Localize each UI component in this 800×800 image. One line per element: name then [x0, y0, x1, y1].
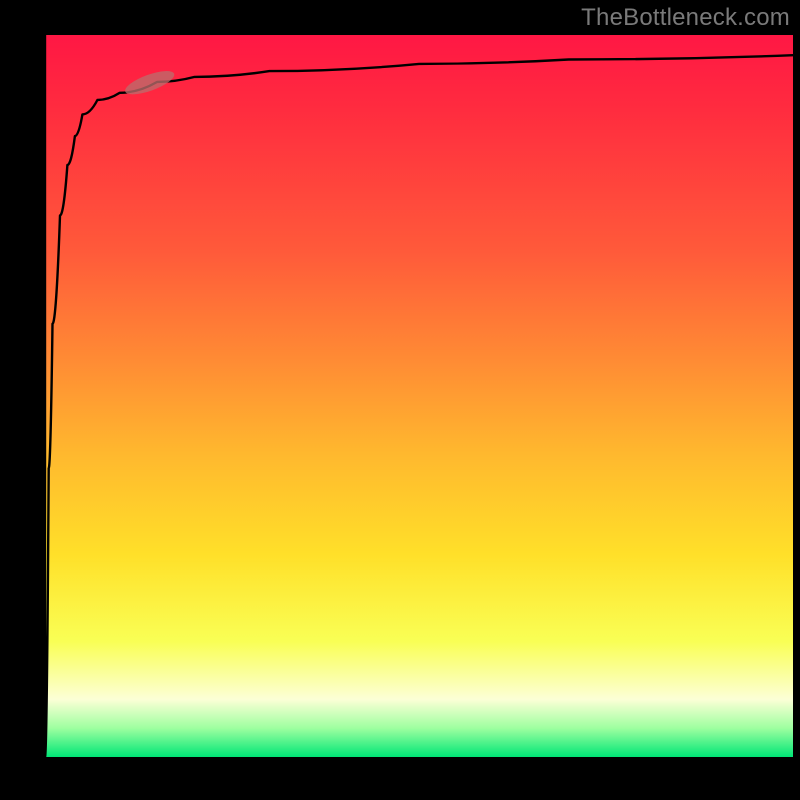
- watermark-text: TheBottleneck.com: [581, 4, 790, 32]
- marker-ellipse: [123, 66, 177, 99]
- plot-area: [45, 35, 793, 757]
- curve-path: [45, 35, 793, 757]
- curve-marker: [123, 66, 177, 99]
- curve-layer: [45, 35, 793, 757]
- chart-root: TheBottleneck.com: [0, 0, 800, 800]
